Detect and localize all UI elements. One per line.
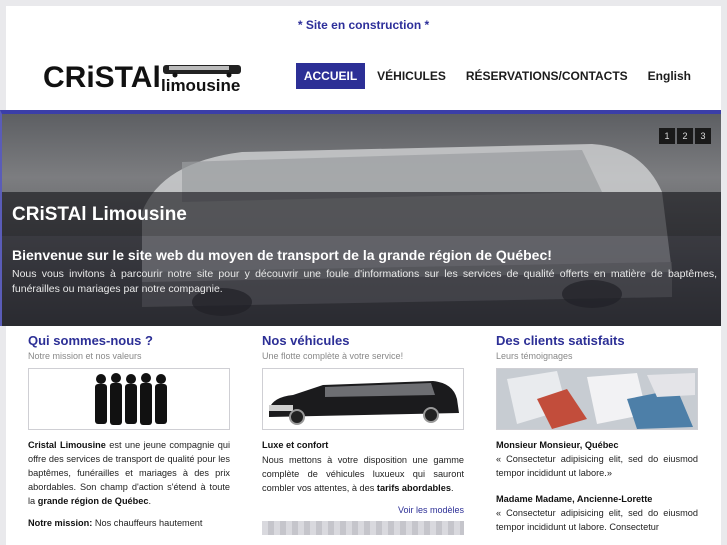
vehicles-paragraph: Nous mettons à votre disposition une gam… (262, 453, 464, 495)
nav-reservations[interactable]: RÉSERVATIONS/CONTACTS (458, 63, 636, 89)
slide-3-button[interactable]: 3 (695, 128, 711, 144)
mission-paragraph: Notre mission: Nos chauffeurs hautement (28, 516, 230, 530)
testimonial-2: Madame Madame, Ancienne-Lorette « Consec… (496, 492, 698, 534)
hero-title: CRiSTAl Limousine (12, 204, 187, 225)
bottom-image-strip (262, 521, 464, 535)
vehicles-tagline: Une flotte complète à votre service! (262, 351, 404, 361)
site-logo[interactable]: CRiSTAl limousine (43, 58, 248, 98)
clients-photo (496, 368, 698, 430)
about-company: Cristal Limousine (28, 440, 106, 450)
clients-column: Des clients satisfaits Leurs témoignages… (496, 333, 698, 534)
vehicles-column: Nos véhicules Une flotte complète à votr… (262, 333, 464, 535)
testimonial-1-text: « Consectetur adipisicing elit, sed do e… (496, 454, 698, 478)
black-limousine-icon (269, 381, 459, 425)
vehicles-title: Nos véhicules (262, 333, 350, 348)
main-nav: ACCUEIL VÉHICULES RÉSERVATIONS/CONTACTS … (292, 63, 699, 89)
hero-text: Nous vous invitons à parcourir notre sit… (12, 268, 717, 295)
logo-sub: limousine (161, 76, 241, 95)
vehicles-price: tarifs abordables (376, 483, 451, 493)
limousine-photo-small (262, 368, 464, 430)
vehicles-heading-p: Luxe et confort (262, 438, 464, 452)
logo-brand: CRiSTAl (43, 61, 161, 94)
team-silhouettes-icon (95, 373, 167, 425)
wedding-decor-icon (497, 369, 697, 429)
about-column: Qui sommes-nous ? Notre mission et nos v… (28, 333, 230, 530)
clients-tagline: Leurs témoignages (496, 351, 573, 361)
testimonial-1-name: Monsieur Monsieur, Québec (496, 440, 619, 450)
slider-pager: 1 2 3 (657, 128, 711, 144)
hero-slider: 1 2 3 CRiSTAl Limousine Bienvenue sur le… (0, 110, 721, 326)
nav-accueil[interactable]: ACCUEIL (295, 63, 366, 89)
team-photo (28, 368, 230, 430)
about-end: . (148, 496, 152, 506)
hero-subtitle: Bienvenue sur le site web du moyen de tr… (12, 247, 552, 263)
slide-1-button[interactable]: 1 (659, 128, 675, 144)
mission-label: Notre mission: (28, 518, 93, 528)
vehicles-heading: Luxe et confort (262, 440, 329, 450)
about-tagline: Notre mission et nos valeurs (28, 351, 142, 361)
testimonial-2-text: « Consectetur adipisicing elit, sed do e… (496, 508, 698, 532)
about-paragraph: Cristal Limousine est une jeune compagni… (28, 438, 230, 508)
mission-text: Nos chauffeurs hautement (92, 518, 203, 528)
clients-title: Des clients satisfaits (496, 333, 625, 348)
see-models-link[interactable]: Voir les modèles (262, 505, 464, 515)
nav-english[interactable]: English (640, 63, 699, 89)
testimonial-1: Monsieur Monsieur, Québec « Consectetur … (496, 438, 698, 480)
construction-notice: * Site en construction * (297, 18, 430, 32)
slide-2-button[interactable]: 2 (677, 128, 693, 144)
testimonial-2-name: Madame Madame, Ancienne-Lorette (496, 494, 653, 504)
about-region: grande région de Québec (37, 496, 149, 506)
nav-vehicules[interactable]: VÉHICULES (369, 63, 454, 89)
about-title: Qui sommes-nous ? (28, 333, 153, 348)
vehicles-end: . (450, 483, 454, 493)
